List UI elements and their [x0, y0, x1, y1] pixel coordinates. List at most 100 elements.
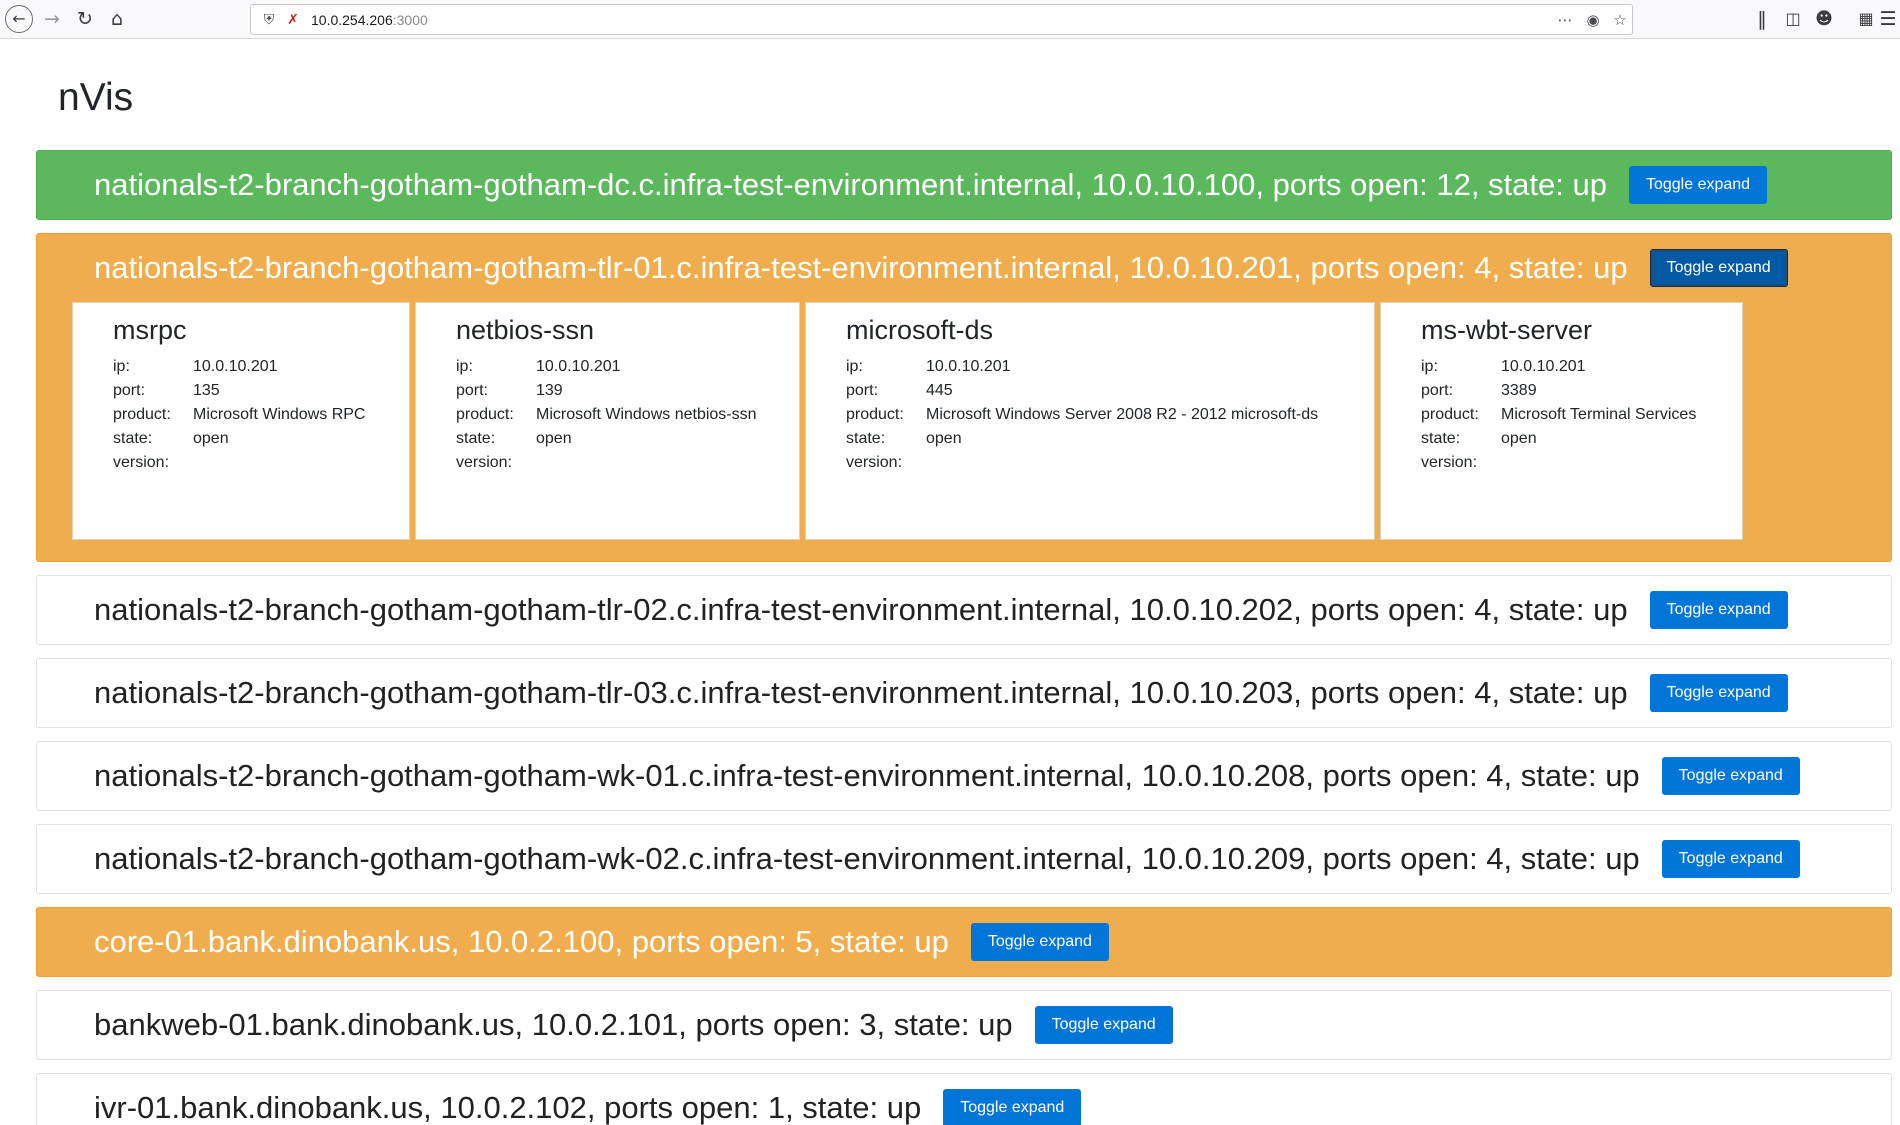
toggle-expand-button[interactable]: Toggle expand [1661, 757, 1800, 795]
port-version-label: version: [1421, 454, 1478, 471]
port-state-label: state: [846, 430, 886, 447]
port-detail-row: state: open [456, 427, 799, 451]
port-ip-value: 10.0.10.201 [536, 358, 621, 375]
host-panel: nationals-t2-branch-gotham-gotham-wk-01.… [36, 741, 1892, 811]
shield-icon[interactable]: ⛨ [259, 9, 279, 31]
port-version-label: version: [456, 454, 513, 471]
port-product-label: product: [113, 406, 171, 423]
port-state-value: open [1501, 430, 1537, 447]
host-panel: nationals-t2-branch-gotham-gotham-dc.c.i… [36, 150, 1892, 220]
page-actions-icon[interactable]: ⋯ [1553, 9, 1577, 31]
host-title: nationals-t2-branch-gotham-gotham-tlr-03… [94, 675, 1628, 710]
port-card-list: msrpc ip: 10.0.10.201 port: 135 product: Micro… [37, 302, 1891, 561]
host-panel: bankweb-01.bank.dinobank.us, 10.0.2.101,… [36, 990, 1892, 1060]
port-detail-row: version: [1421, 451, 1742, 475]
port-detail-row: ip: 10.0.10.201 [456, 355, 799, 379]
port-detail-row: product: Microsoft Windows RPC [113, 403, 409, 427]
host-title: ivr-01.bank.dinobank.us, 10.0.2.102, por… [94, 1090, 922, 1125]
port-detail-row: port: 445 [846, 379, 1374, 403]
home-icon[interactable]: ⌂ [103, 5, 131, 33]
port-ip-label: ip: [456, 358, 473, 375]
toggle-expand-button[interactable]: Toggle expand [1034, 1006, 1173, 1044]
host-title: nationals-t2-branch-gotham-gotham-tlr-01… [94, 250, 1628, 285]
toggle-expand-button[interactable]: Toggle expand [1649, 674, 1788, 712]
port-card: ms-wbt-server ip: 10.0.10.201 port: 3389 prod… [1380, 302, 1743, 540]
port-detail-row: port: 139 [456, 379, 799, 403]
port-port-value: 3389 [1501, 382, 1537, 399]
port-state-label: state: [1421, 430, 1461, 447]
host-panel: nationals-t2-branch-gotham-gotham-wk-02.… [36, 824, 1892, 894]
port-port-value: 139 [536, 382, 563, 399]
host-header: nationals-t2-branch-gotham-gotham-tlr-01… [37, 234, 1891, 302]
browser-toolbar: ← → ↻ ⌂ ⛨ ✗ 10.0.254.206:3000 ⋯ ◉ ☆ ‖ ◫ … [0, 0, 1900, 39]
host-panel: core-01.bank.dinobank.us, 10.0.2.100, po… [36, 907, 1892, 977]
sidebar-icon[interactable]: ◫ [1779, 5, 1807, 33]
port-state-value: open [536, 430, 572, 447]
port-product-value: Microsoft Windows netbios-ssn [536, 406, 757, 423]
host-header: core-01.bank.dinobank.us, 10.0.2.100, po… [37, 908, 1891, 976]
host-header: nationals-t2-branch-gotham-gotham-wk-02.… [37, 825, 1891, 893]
port-product-value: Microsoft Windows Server 2008 R2 - 2012 … [926, 406, 1319, 423]
host-title: bankweb-01.bank.dinobank.us, 10.0.2.101,… [94, 1007, 1013, 1042]
port-detail-row: version: [113, 451, 409, 475]
port-service-name: microsoft-ds [846, 315, 994, 345]
host-panel: nationals-t2-branch-gotham-gotham-tlr-01… [36, 233, 1892, 562]
host-panel: ivr-01.bank.dinobank.us, 10.0.2.102, por… [36, 1073, 1892, 1125]
host-title: core-01.bank.dinobank.us, 10.0.2.100, po… [94, 924, 949, 959]
url-text[interactable]: 10.0.254.206:3000 [311, 12, 428, 28]
port-detail-row: state: open [1421, 427, 1742, 451]
port-product-value: Microsoft Windows RPC [193, 406, 366, 423]
host-title: nationals-t2-branch-gotham-gotham-tlr-02… [94, 592, 1628, 627]
host-list: nationals-t2-branch-gotham-gotham-dc.c.i… [36, 150, 1892, 1125]
port-card: netbios-ssn ip: 10.0.10.201 port: 139 product… [415, 302, 800, 540]
menu-icon[interactable]: ☰ [1878, 5, 1898, 33]
port-port-label: port: [846, 382, 879, 399]
port-detail-row: state: open [113, 427, 409, 451]
port-state-value: open [193, 430, 229, 447]
port-detail-row: version: [846, 451, 1374, 475]
port-service-name: ms-wbt-server [1421, 315, 1593, 345]
port-detail-row: port: 135 [113, 379, 409, 403]
bookmark-star-icon[interactable]: ☆ [1608, 9, 1632, 31]
toggle-expand-button[interactable]: Toggle expand [943, 1089, 1082, 1125]
toggle-expand-button[interactable]: Toggle expand [970, 923, 1109, 961]
host-header: bankweb-01.bank.dinobank.us, 10.0.2.101,… [37, 991, 1891, 1059]
forward-arrow-icon[interactable]: → [38, 5, 66, 33]
toggle-expand-button[interactable]: Toggle expand [1649, 249, 1788, 287]
port-version-label: version: [846, 454, 903, 471]
host-header: nationals-t2-branch-gotham-gotham-tlr-03… [37, 659, 1891, 727]
host-title: nationals-t2-branch-gotham-gotham-dc.c.i… [94, 167, 1607, 202]
port-product-value: Microsoft Terminal Services [1501, 406, 1697, 423]
port-service-name: netbios-ssn [456, 315, 595, 345]
toggle-expand-button[interactable]: Toggle expand [1661, 840, 1800, 878]
port-state-value: open [926, 430, 962, 447]
port-detail-row: ip: 10.0.10.201 [113, 355, 409, 379]
port-port-label: port: [113, 382, 146, 399]
port-ip-value: 10.0.10.201 [926, 358, 1011, 375]
back-arrow-icon[interactable]: ← [5, 5, 33, 33]
port-state-label: state: [113, 430, 153, 447]
port-detail-row: state: open [846, 427, 1374, 451]
port-service-name: msrpc [113, 315, 187, 345]
extensions-icon[interactable]: ▦ [1852, 5, 1880, 33]
port-product-label: product: [456, 406, 514, 423]
port-version-label: version: [113, 454, 170, 471]
port-product-label: product: [846, 406, 904, 423]
reload-icon[interactable]: ↻ [71, 5, 99, 33]
host-panel: nationals-t2-branch-gotham-gotham-tlr-02… [36, 575, 1892, 645]
port-port-value: 135 [193, 382, 220, 399]
port-detail-row: ip: 10.0.10.201 [1421, 355, 1742, 379]
toggle-expand-button[interactable]: Toggle expand [1628, 166, 1768, 204]
port-card: msrpc ip: 10.0.10.201 port: 135 product: Micro… [72, 302, 410, 540]
host-title: nationals-t2-branch-gotham-gotham-wk-01.… [94, 758, 1640, 793]
account-icon[interactable]: ☻ [1810, 5, 1838, 33]
host-header: nationals-t2-branch-gotham-gotham-tlr-02… [37, 576, 1891, 644]
port-detail-row: ip: 10.0.10.201 [846, 355, 1374, 379]
page-title: nVis [58, 76, 134, 119]
pocket-icon[interactable]: ◉ [1581, 9, 1605, 31]
insecure-lock-icon[interactable]: ✗ [283, 9, 303, 31]
port-ip-value: 10.0.10.201 [193, 358, 278, 375]
url-bar[interactable]: ⛨ ✗ 10.0.254.206:3000 ⋯ ◉ ☆ [250, 4, 1633, 35]
toggle-expand-button[interactable]: Toggle expand [1649, 591, 1788, 629]
library-icon[interactable]: ‖ [1748, 5, 1776, 33]
